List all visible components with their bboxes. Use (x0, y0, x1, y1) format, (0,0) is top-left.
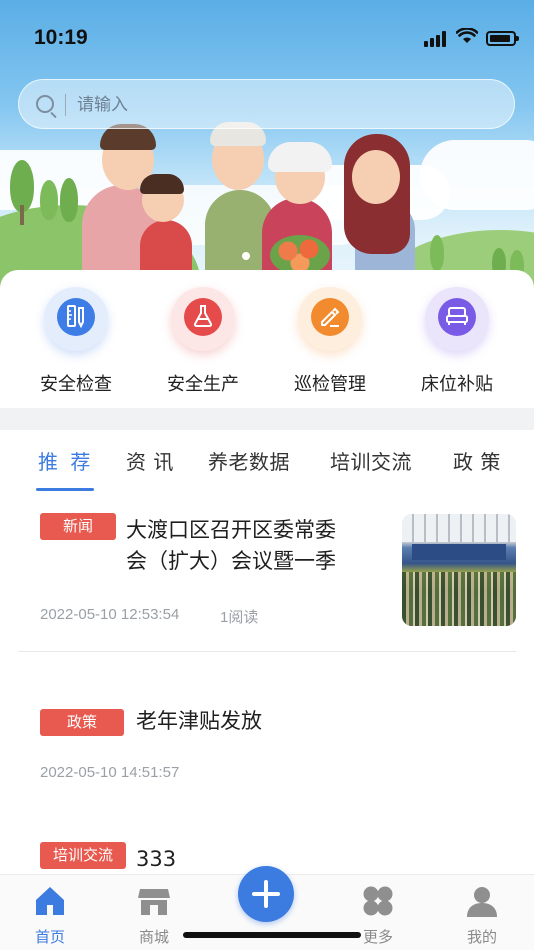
status-bar: 10:19 (0, 0, 534, 78)
search-divider (65, 94, 66, 116)
clover-icon (363, 886, 393, 916)
news-date: 2022-05-10 12:53:54 (40, 606, 180, 623)
quick-action-label: 床位补贴 (421, 374, 493, 395)
user-icon (467, 887, 497, 917)
category-tabs: 推 荐 资 讯 养老数据 培训交流 政 策 (0, 430, 534, 494)
news-list: 新闻 大渡口区召开区委常委 会（扩大）会议暨一季 2022-05-10 12:5… (0, 494, 534, 874)
news-title: 大渡口区召开区委常委 会（扩大）会议暨一季 (126, 518, 336, 573)
cellular-signal-icon (424, 31, 450, 47)
tab-policy[interactable]: 政 策 (453, 446, 501, 475)
active-tab-indicator (36, 488, 94, 491)
tree-decoration (40, 180, 58, 220)
quick-action-safe-production[interactable]: 安全生产 (143, 287, 263, 402)
nav-home[interactable]: 首页 (10, 875, 90, 950)
quick-actions-card: 安全检查 安全生产 巡检管理 床位补贴 (0, 270, 534, 408)
news-tag: 培训交流 (40, 842, 126, 869)
tab-elderly-data[interactable]: 养老数据 (208, 446, 290, 475)
news-tag: 政策 (40, 709, 124, 736)
nav-shop[interactable]: 商城 (114, 875, 194, 950)
list-item[interactable]: 新闻 大渡口区召开区委常委 会（扩大）会议暨一季 2022-05-10 12:5… (0, 494, 534, 652)
list-divider (18, 651, 516, 652)
ruler-pencil-icon (67, 305, 84, 328)
nav-more[interactable]: 更多 (338, 875, 418, 950)
news-title: 老年津贴发放 (136, 709, 262, 733)
quick-action-label: 安全检查 (40, 374, 112, 395)
tab-recommend[interactable]: 推 荐 (38, 446, 93, 475)
quick-action-label: 巡检管理 (294, 374, 366, 395)
flower-bouquet (270, 235, 330, 275)
quick-action-inspection[interactable]: 巡检管理 (270, 287, 390, 402)
section-gap (0, 408, 534, 430)
edit-note-icon (321, 307, 340, 327)
search-input[interactable] (77, 89, 477, 121)
tab-training[interactable]: 培训交流 (330, 446, 412, 475)
tree-decoration (60, 178, 78, 222)
tree-decoration (430, 235, 444, 271)
quick-action-safety-check[interactable]: 安全检查 (16, 287, 136, 402)
news-reads: 1阅读 (220, 609, 259, 626)
carousel-indicator[interactable] (242, 252, 250, 260)
news-date: 2022-05-10 14:51:57 (40, 764, 180, 781)
search-icon (36, 95, 54, 113)
home-indicator (183, 932, 361, 938)
quick-action-bed-subsidy[interactable]: 床位补贴 (397, 287, 517, 402)
home-icon (36, 887, 64, 915)
nav-mine[interactable]: 我的 (442, 875, 522, 950)
news-thumbnail (402, 514, 516, 626)
tab-news[interactable]: 资 讯 (126, 446, 174, 475)
plus-icon[interactable] (238, 866, 294, 922)
cloud-decoration (420, 140, 534, 210)
shop-icon (138, 889, 170, 915)
nav-label: 商城 (138, 928, 169, 946)
wifi-icon (456, 28, 478, 43)
nav-label: 首页 (34, 928, 65, 946)
news-title: 333 (136, 847, 177, 871)
search-bar[interactable] (18, 79, 515, 129)
status-time: 10:19 (34, 26, 88, 49)
news-tag: 新闻 (40, 513, 116, 540)
flask-icon (193, 305, 213, 327)
nav-label: 我的 (466, 928, 497, 946)
list-item[interactable]: 政策 老年津贴发放 2022-05-10 14:51:57 (0, 654, 534, 804)
bed-icon (446, 307, 468, 325)
battery-icon (486, 31, 519, 46)
quick-action-label: 安全生产 (167, 374, 239, 395)
